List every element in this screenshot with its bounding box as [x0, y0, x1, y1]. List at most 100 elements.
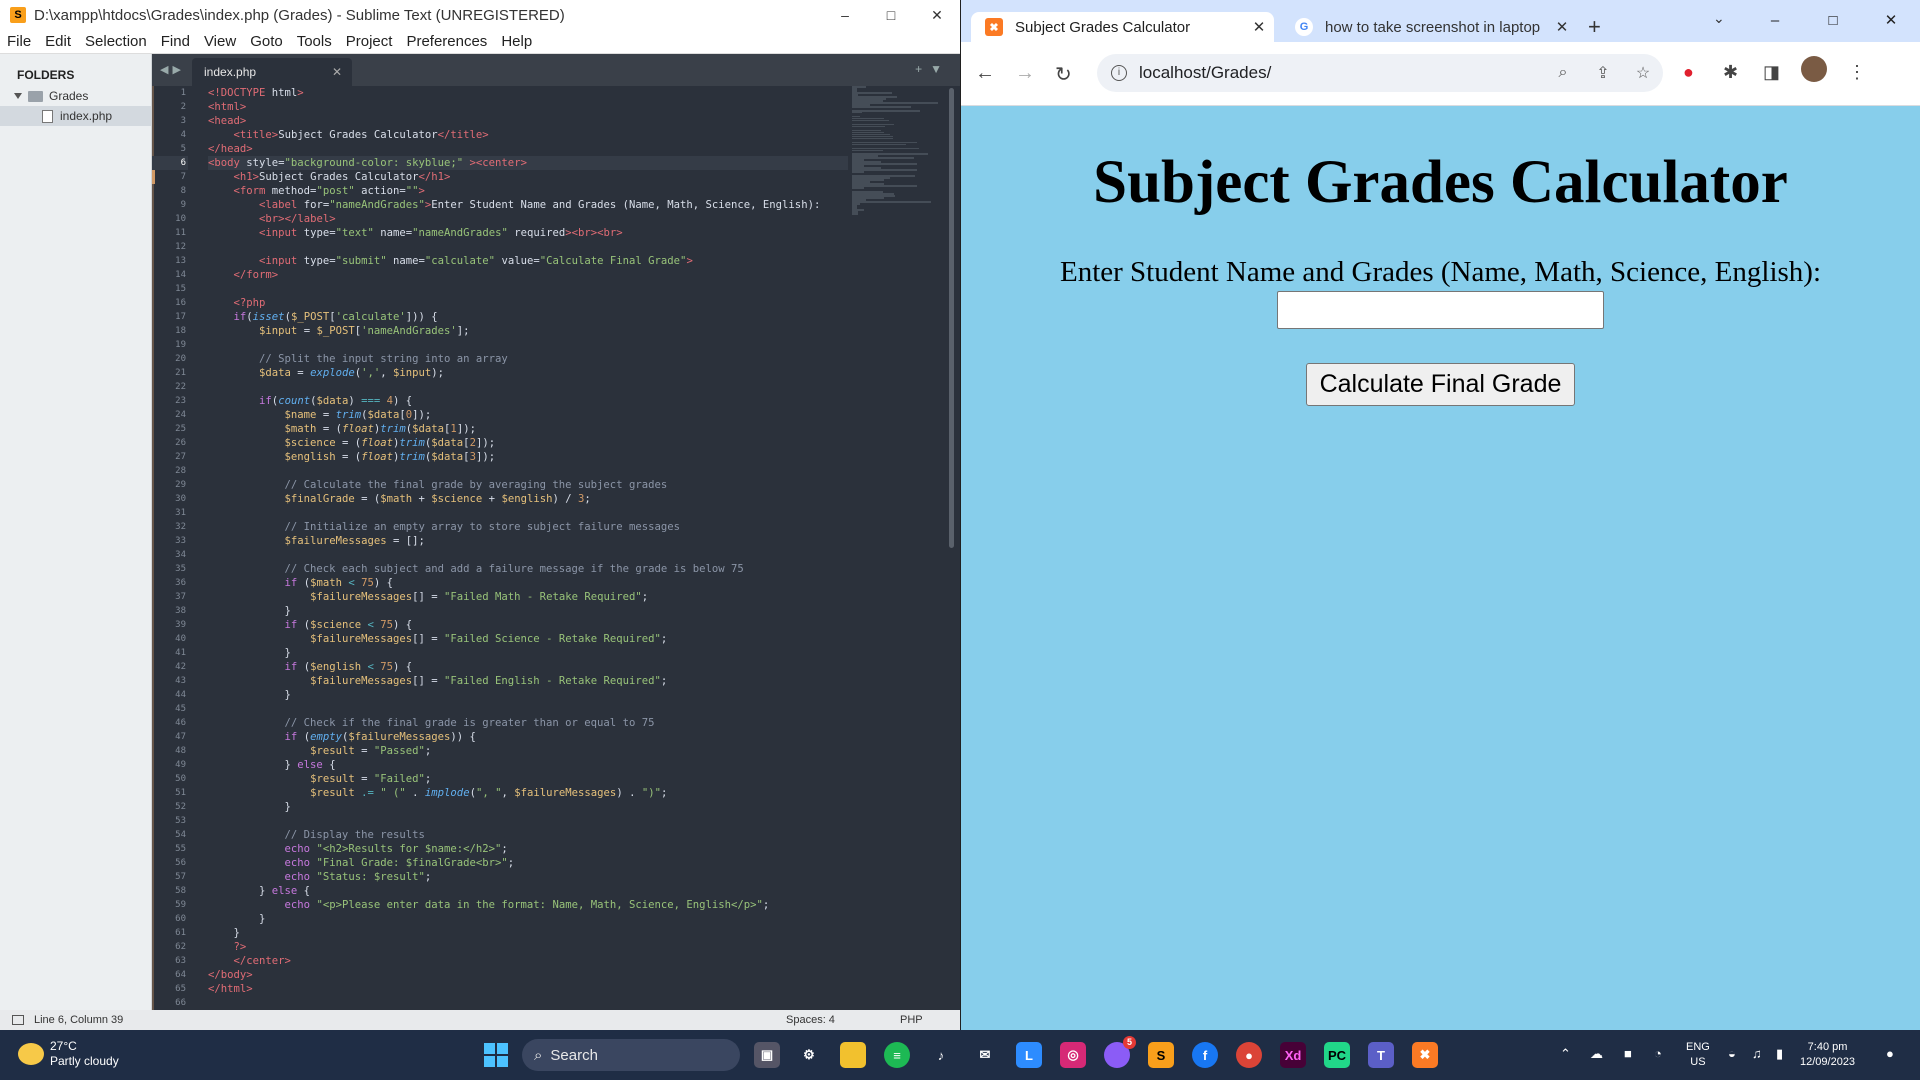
bookmark-star-icon[interactable]: ☆	[1623, 63, 1663, 83]
code-line[interactable]: <?php	[208, 296, 848, 310]
back-arrow-icon[interactable]: ←	[975, 62, 995, 85]
menu-goto[interactable]: Goto	[243, 33, 290, 50]
code-line[interactable]	[208, 548, 848, 562]
code-line[interactable]: <head>	[208, 114, 848, 128]
code-line[interactable]	[208, 338, 848, 352]
code-line[interactable]: </body>	[208, 968, 848, 982]
sublime-text-icon[interactable]: S	[1148, 1042, 1174, 1068]
code-line[interactable]: // Initialize an empty array to store su…	[208, 520, 848, 534]
expand-arrow-icon[interactable]	[14, 93, 22, 99]
chrome-menu-icon[interactable]: ⋮	[1848, 62, 1866, 83]
code-line[interactable]	[208, 506, 848, 520]
code-line[interactable]	[208, 814, 848, 828]
code-line[interactable]: <html>	[208, 100, 848, 114]
code-line[interactable]: ?>	[208, 940, 848, 954]
l-app-icon[interactable]: L	[1016, 1042, 1042, 1068]
extensions-puzzle-icon[interactable]: ✱	[1723, 62, 1738, 83]
code-line[interactable]: <br></label>	[208, 212, 848, 226]
code-line[interactable]: // Calculate the final grade by averagin…	[208, 478, 848, 492]
code-line[interactable]: if ($science < 75) {	[208, 618, 848, 632]
tab-index-php[interactable]: index.php ✕	[192, 58, 352, 86]
code-line[interactable]: <label for="nameAndGrades">Enter Student…	[208, 198, 848, 212]
sidebar-file-index[interactable]: index.php	[0, 106, 151, 126]
tab-close-icon[interactable]: ✕	[332, 65, 342, 79]
code-line[interactable]: }	[208, 688, 848, 702]
menu-help[interactable]: Help	[494, 33, 539, 50]
code-line[interactable]	[208, 702, 848, 716]
code-line[interactable]: <title>Subject Grades Calculator</title>	[208, 128, 848, 142]
chrome-icon[interactable]: ●	[1236, 1042, 1262, 1068]
pycharm-icon[interactable]: PC	[1324, 1042, 1350, 1068]
forward-arrow-icon[interactable]: →	[1015, 62, 1035, 85]
code-line[interactable]: <input type="text" name="nameAndGrades" …	[208, 226, 848, 240]
system-clock[interactable]: 7:40 pm 12/09/2023	[1800, 1040, 1855, 1070]
code-line[interactable]: $english = (float)trim($data[3]);	[208, 450, 848, 464]
close-button[interactable]: ✕	[914, 0, 960, 30]
reload-icon[interactable]: ↻	[1055, 62, 1072, 87]
code-line[interactable]	[208, 240, 848, 254]
maximize-button[interactable]: □	[1804, 0, 1862, 40]
minimize-button[interactable]: –	[822, 0, 868, 30]
code-line[interactable]: }	[208, 646, 848, 660]
code-line[interactable]: }	[208, 604, 848, 618]
wifi-icon[interactable]: ◒	[1728, 1046, 1736, 1061]
facebook-icon[interactable]: f	[1192, 1042, 1218, 1068]
menu-file[interactable]: File	[0, 33, 38, 50]
code-line[interactable]: }	[208, 800, 848, 814]
volume-icon[interactable]: ♫	[1752, 1046, 1762, 1061]
code-line[interactable]: echo "Status: $result";	[208, 870, 848, 884]
spotify-icon[interactable]: ≡	[884, 1042, 910, 1068]
minimap[interactable]	[852, 86, 942, 216]
code-line[interactable]: $failureMessages[] = "Failed English - R…	[208, 674, 848, 688]
menu-tools[interactable]: Tools	[290, 33, 339, 50]
code-line[interactable]: }	[208, 926, 848, 940]
code-line[interactable]: $result = "Passed";	[208, 744, 848, 758]
panel-toggle-icon[interactable]	[12, 1015, 24, 1025]
syntax-status[interactable]: PHP	[900, 1014, 960, 1026]
code-line[interactable]: // Split the input string into an array	[208, 352, 848, 366]
tab-subject-grades[interactable]: ✖ Subject Grades Calculator ✕	[971, 12, 1274, 42]
sidebar-folder-grades[interactable]: Grades	[0, 86, 151, 106]
code-line[interactable]: <form method="post" action="">	[208, 184, 848, 198]
code-content[interactable]: <!DOCTYPE html> <html> <head> <title>Subje…	[208, 86, 848, 1010]
minimize-button[interactable]: –	[1746, 0, 1804, 40]
tab-tools-icon[interactable]: +▼	[915, 62, 950, 76]
file-explorer-icon[interactable]	[840, 1042, 866, 1068]
code-line[interactable]: if(count($data) === 4) {	[208, 394, 848, 408]
clock-tray-icon[interactable]: ◔	[1654, 1046, 1662, 1061]
name-and-grades-input[interactable]	[1277, 291, 1604, 329]
teams-icon[interactable]: T	[1368, 1042, 1394, 1068]
opera-extension-icon[interactable]: ●	[1683, 62, 1694, 83]
windows-start-icon[interactable]	[484, 1043, 508, 1067]
close-button[interactable]: ✕	[1862, 0, 1920, 40]
mail-icon[interactable]: ✉	[972, 1042, 998, 1068]
address-bar[interactable]: i localhost/Grades/ ⌕ ⇪ ☆	[1097, 54, 1663, 92]
battery-icon[interactable]: ▮	[1776, 1046, 1783, 1062]
code-line[interactable]: $name = trim($data[0]);	[208, 408, 848, 422]
code-line[interactable]: $failureMessages = [];	[208, 534, 848, 548]
code-line[interactable]: // Check each subject and add a failure …	[208, 562, 848, 576]
tray-app-icon[interactable]: ■	[1624, 1046, 1632, 1061]
code-line[interactable]: <!DOCTYPE html>	[208, 86, 848, 100]
share-icon[interactable]: ⇪	[1583, 63, 1623, 83]
code-line[interactable]: $result .= " (" . implode(", ", $failure…	[208, 786, 848, 800]
code-line[interactable]	[208, 464, 848, 478]
code-line[interactable]: <input type="submit" name="calculate" va…	[208, 254, 848, 268]
tray-overflow-chevron-icon[interactable]: ⌃	[1560, 1046, 1571, 1062]
input-language[interactable]: ENG US	[1686, 1040, 1710, 1070]
weather-widget[interactable]: 27°C Partly cloudy	[18, 1039, 119, 1069]
code-line[interactable]: if(isset($_POST['calculate'])) {	[208, 310, 848, 324]
taskbar-search[interactable]: ⌕ Search	[522, 1039, 740, 1071]
menu-selection[interactable]: Selection	[78, 33, 154, 50]
code-line[interactable]	[208, 996, 848, 1010]
code-line[interactable]	[208, 282, 848, 296]
side-panel-icon[interactable]: ◨	[1763, 62, 1780, 83]
onedrive-cloud-icon[interactable]: ☁	[1590, 1046, 1603, 1062]
code-line[interactable]: // Display the results	[208, 828, 848, 842]
code-editor[interactable]: 1 2 3 4 5 6 7 8 9 10 11 12 13 14 15 16 17 18 19 20 21 22 23 24 2…	[152, 86, 960, 1010]
xampp-icon[interactable]: ✖	[1412, 1042, 1438, 1068]
profile-avatar[interactable]	[1801, 56, 1827, 82]
code-line[interactable]: </form>	[208, 268, 848, 282]
code-line[interactable]: $math = (float)trim($data[1]);	[208, 422, 848, 436]
code-line[interactable]: echo "<p>Please enter data in the format…	[208, 898, 848, 912]
